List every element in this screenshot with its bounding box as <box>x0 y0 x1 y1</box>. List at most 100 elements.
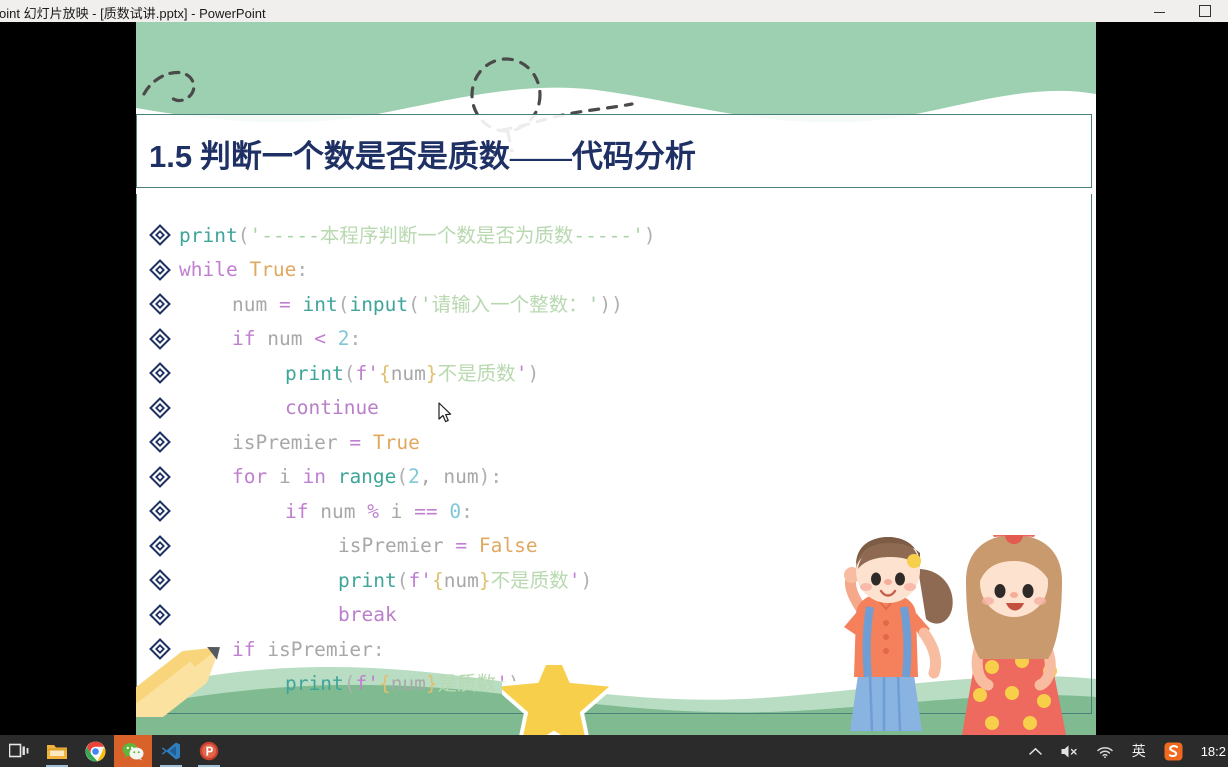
code-token: False <box>478 534 538 557</box>
code-token: isPremier <box>255 637 373 661</box>
code-line: if num < 2: <box>137 322 1093 357</box>
code-token: = <box>455 534 468 557</box>
diamond-bullet-icon <box>149 224 171 247</box>
tray-ime-app-button[interactable] <box>1155 735 1192 767</box>
tray-network-button[interactable] <box>1087 735 1123 767</box>
code-token: ( <box>343 672 356 695</box>
windows-taskbar: 英 18:2 <box>0 735 1228 767</box>
code-token: == <box>414 499 438 523</box>
code-token: ( <box>396 568 409 592</box>
code-token: print <box>179 223 238 247</box>
code-token: isPremier <box>232 430 350 454</box>
code-token: } <box>425 672 438 695</box>
code-token: ( <box>343 361 356 385</box>
code-token: ' <box>515 361 528 385</box>
taskbar-item-powerpoint[interactable] <box>190 735 228 767</box>
taskbar-item-file-explorer[interactable] <box>38 735 76 767</box>
tray-clock[interactable]: 18:2 <box>1192 735 1228 767</box>
slide-title-body: 判断一个数是否是质数——代码分析 <box>192 139 696 174</box>
diamond-bullet-icon <box>149 500 171 523</box>
tray-expand-button[interactable] <box>1020 735 1051 767</box>
vscode-icon <box>161 742 180 760</box>
code-token: num <box>443 568 479 592</box>
code-line: continue <box>137 391 1093 426</box>
code-token: break <box>338 603 397 626</box>
pencil-decoration <box>136 646 220 717</box>
code-token: 不是质数 <box>490 568 569 592</box>
tray-volume-button[interactable] <box>1051 735 1087 767</box>
slideshow-backdrop: 1.5 判断一个数是否是质数——代码分析 print('-----本程序判断一个… <box>0 22 1228 735</box>
code-token: '----- <box>249 223 320 247</box>
code-token: while <box>179 258 238 281</box>
code-line-text: print(f'{num}是质数') <box>285 674 520 694</box>
wechat-icon <box>122 742 144 760</box>
maximize-button[interactable] <box>1182 0 1228 22</box>
speaker-muted-icon <box>1061 745 1077 757</box>
code-token: % <box>367 499 379 523</box>
code-token: isPremier <box>338 534 456 557</box>
code-token: ( <box>337 292 350 316</box>
code-token: if <box>232 327 256 350</box>
window-titlebar: rPoint 幻灯片放映 - [质数试讲.pptx] - PowerPoint <box>0 0 1228 23</box>
diamond-bullet-icon <box>149 569 171 592</box>
code-token: continue <box>285 396 379 419</box>
code-token: f' <box>408 568 432 592</box>
code-token: ' <box>568 568 581 592</box>
code-token: ' <box>419 292 432 316</box>
slide-title-box: 1.5 判断一个数是否是质数——代码分析 <box>136 114 1092 188</box>
taskbar-item-vscode[interactable] <box>152 735 190 767</box>
code-token: num <box>390 672 426 695</box>
slide-canvas[interactable]: 1.5 判断一个数是否是质数——代码分析 print('-----本程序判断一个… <box>136 22 1096 735</box>
diamond-bullet-icon <box>149 258 171 281</box>
diamond-bullet-icon <box>149 293 171 316</box>
star-decoration <box>502 665 612 735</box>
code-line-text: for i in range(2, num): <box>232 467 502 487</box>
code-token: : <box>461 499 473 523</box>
screen: rPoint 幻灯片放映 - [质数试讲.pptx] - PowerPoint <box>0 0 1228 767</box>
taskbar-item-task-view[interactable] <box>0 735 38 767</box>
code-line-text: print(f'{num}不是质数') <box>338 568 592 592</box>
code-token: ): <box>478 465 503 488</box>
code-token: ( <box>396 465 409 488</box>
code-line: print(f'{num}不是质数') <box>137 356 1093 391</box>
code-token: ) <box>643 223 656 247</box>
girl-left <box>844 537 953 732</box>
chrome-icon <box>85 741 105 761</box>
code-token: num <box>232 292 279 316</box>
diamond-bullet-icon <box>149 362 171 385</box>
code-token: input <box>349 292 409 316</box>
code-token: in <box>302 465 326 488</box>
taskbar-item-wechat[interactable] <box>114 735 152 767</box>
code-token: range <box>337 465 397 488</box>
code-token: 2 <box>408 465 420 488</box>
code-line: while True: <box>137 253 1093 288</box>
taskbar-item-chrome[interactable] <box>76 735 114 767</box>
code-token: if <box>285 499 309 523</box>
task-view-icon <box>9 743 29 758</box>
code-token: f' <box>355 361 379 385</box>
code-line-text: print('-----本程序判断一个数是否为质数-----') <box>179 223 656 247</box>
code-line-text: print(f'{num}不是质数') <box>285 361 539 385</box>
code-token: ( <box>408 292 420 316</box>
code-token: 请输入一个整数： <box>431 292 588 316</box>
code-line-text: if num < 2: <box>232 329 361 349</box>
diamond-bullet-icon <box>149 396 171 419</box>
code-token: print <box>338 568 397 592</box>
maximize-icon <box>1199 5 1211 17</box>
code-line: num = int(input('请输入一个整数：')) <box>137 287 1093 322</box>
tray-ime-language[interactable]: 英 <box>1123 735 1155 767</box>
code-token: : <box>372 637 385 661</box>
code-token: ( <box>237 223 250 247</box>
code-token: { <box>378 672 391 695</box>
code-line: isPremier = True <box>137 425 1093 460</box>
code-token: < <box>314 327 326 350</box>
slide-title-number: 1.5 <box>149 139 193 174</box>
code-token: -----' <box>573 223 644 247</box>
minimize-button[interactable] <box>1136 0 1182 22</box>
chevron-up-icon <box>1028 747 1042 755</box>
powerpoint-icon <box>199 741 219 761</box>
